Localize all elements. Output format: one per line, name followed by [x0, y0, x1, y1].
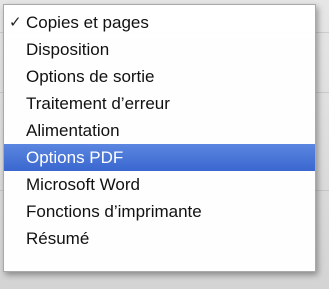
menu-item-alimentation[interactable]: Alimentation [4, 117, 315, 144]
menu-item-options-de-sortie[interactable]: Options de sortie [4, 63, 315, 90]
menu-item-label: Alimentation [26, 121, 120, 140]
menu-item-label: Disposition [26, 40, 110, 59]
menu-item-label: Microsoft Word [26, 175, 140, 194]
menu-item-disposition[interactable]: Disposition [4, 36, 315, 63]
menu-item-fonctions-imprimante[interactable]: Fonctions d’imprimante [4, 198, 315, 225]
menu-item-label: Copies et pages [26, 13, 149, 32]
menu-item-label: Options de sortie [26, 67, 155, 86]
checkmark-icon: ✓ [9, 14, 22, 31]
menu-item-label: Traitement d’erreur [26, 94, 170, 113]
menu-item-resume[interactable]: Résumé [4, 225, 315, 252]
menu-item-label: Fonctions d’imprimante [26, 202, 202, 221]
menu-item-microsoft-word[interactable]: Microsoft Word [4, 171, 315, 198]
menu-item-label: Résumé [26, 229, 90, 248]
menu-item-copies-et-pages[interactable]: ✓ Copies et pages [4, 9, 315, 36]
menu-item-options-pdf[interactable]: Options PDF [4, 144, 315, 171]
menu-item-label: Options PDF [26, 148, 124, 167]
menu-item-traitement-erreur[interactable]: Traitement d’erreur [4, 90, 315, 117]
print-options-popup-menu[interactable]: ✓ Copies et pages Disposition Options de… [3, 4, 316, 272]
